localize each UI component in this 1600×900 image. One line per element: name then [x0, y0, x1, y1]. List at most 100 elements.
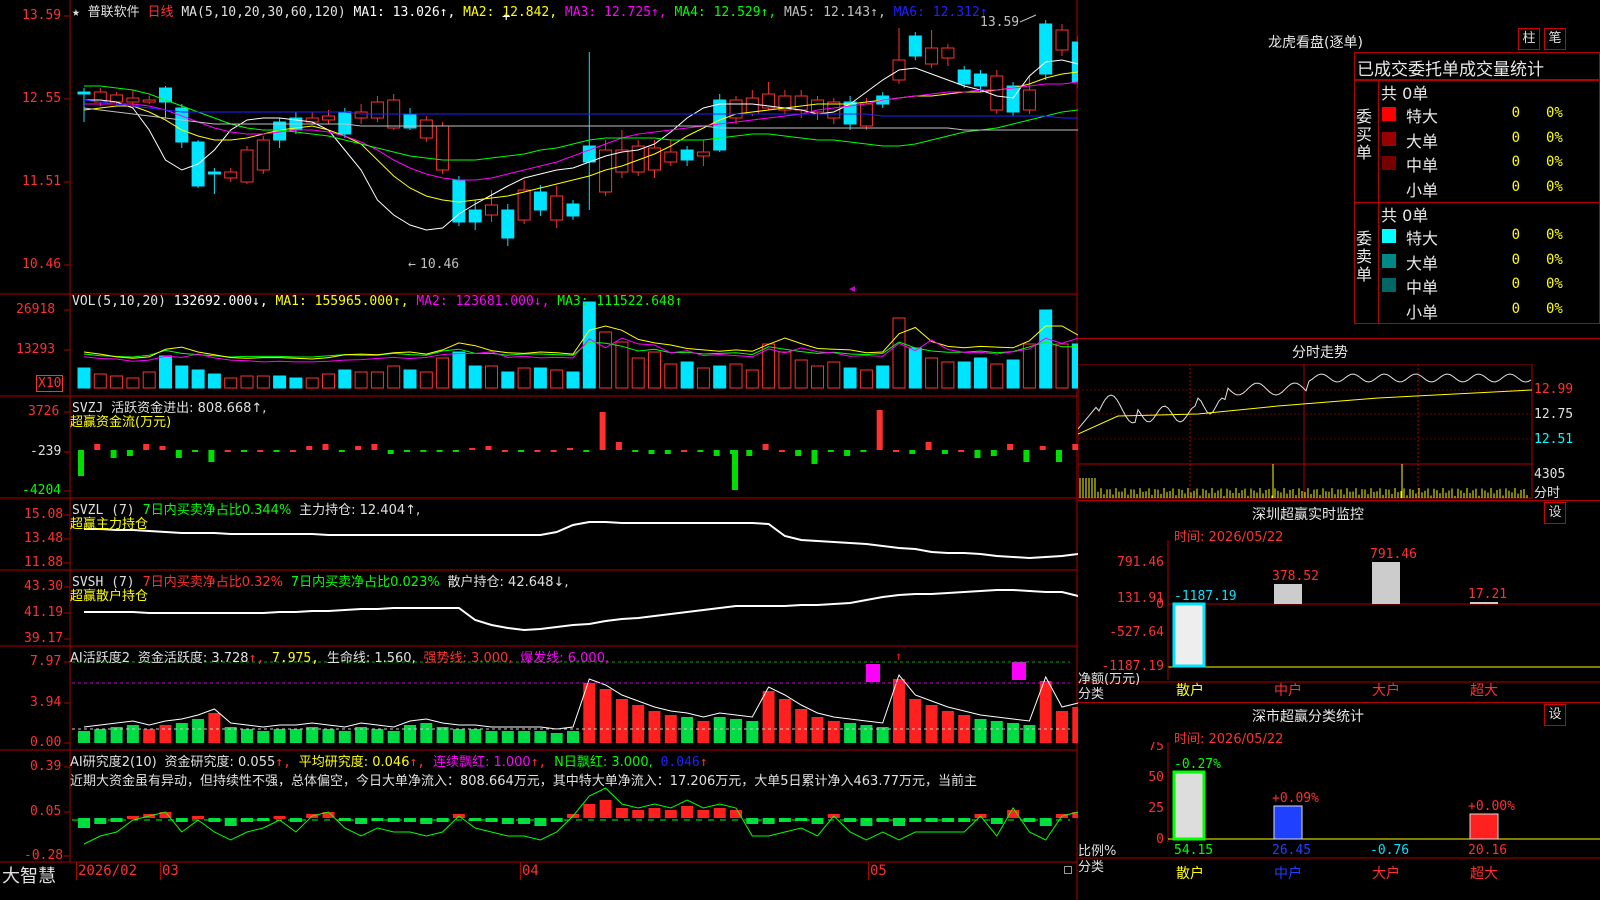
ai-active-bar [1007, 723, 1020, 743]
ai-research-bar [762, 818, 775, 824]
svzl-subtitle: 超赢主力持仓 [70, 517, 149, 532]
svsh-tick-1: 43.30 [24, 579, 64, 594]
ai-active-bar [811, 717, 824, 743]
volume-bar [941, 361, 955, 389]
ma1-value: MA1: 13.026↑, [353, 5, 456, 20]
order-count: 0 [1511, 300, 1520, 317]
volume-bar [256, 375, 270, 389]
ma-line [84, 85, 1078, 161]
ai-research-bar [355, 818, 368, 824]
buy-side-label: 委买单 [1356, 107, 1373, 162]
volume-bar [778, 351, 792, 389]
ai-active-bar [534, 731, 547, 743]
candle-body [925, 47, 939, 65]
svzj-bar [192, 450, 199, 452]
volume-bar [175, 365, 189, 389]
intraday-tick-1: 12.99 [1534, 382, 1574, 397]
order-percent: 0% [1546, 129, 1563, 146]
svzj-bar [811, 450, 818, 464]
ai-research-bar [990, 818, 1003, 824]
volume-bar [843, 367, 857, 389]
order-percent: 0% [1546, 251, 1563, 268]
ai-active-bar [273, 729, 286, 743]
ai-active-bar [175, 723, 188, 743]
candle-body [468, 209, 482, 223]
sz-category-label: 超大 [1470, 683, 1498, 699]
intraday-vol-unit: 分时 [1534, 486, 1561, 501]
order-percent: 0% [1546, 276, 1563, 292]
svzj-bar [746, 450, 753, 456]
ai-active-bar [990, 721, 1003, 743]
volume-bar [550, 369, 564, 389]
order-percent: 0% [1546, 154, 1563, 170]
candle-body [126, 97, 140, 103]
ai-research-bar [518, 818, 531, 824]
volume-bar [680, 361, 694, 389]
svzl-line-path [84, 521, 1078, 560]
star-icon[interactable]: ★ [72, 5, 80, 20]
volume-bar [908, 347, 922, 389]
vol-unit-badge[interactable]: X10 [36, 375, 64, 392]
ai-active-bar [681, 717, 694, 743]
ma-line [83, 71, 1078, 203]
ai-active-bar [469, 729, 482, 743]
svzj-bar [289, 450, 296, 452]
svzj-bar [338, 450, 345, 452]
sz-monitor-settings-button[interactable]: 设 [1544, 502, 1566, 524]
candle-body [110, 94, 124, 103]
candle-body [908, 35, 922, 57]
ai-research-bar [615, 808, 628, 818]
ai-active-bar [730, 719, 742, 743]
candle-body [680, 149, 694, 161]
class-category-label: 超大 [1470, 866, 1498, 882]
order-category-label: 特大 [1406, 107, 1439, 126]
svzj-bar [713, 450, 720, 456]
svzj-bar [732, 450, 738, 490]
ai-active-tick-3: 0.00 [30, 735, 62, 750]
svzj-bar [387, 450, 394, 454]
sz-monitor-tick: -527.64 [1109, 625, 1164, 640]
ai-active-bar [746, 721, 759, 743]
ai-research-bar [746, 818, 759, 824]
bottom-date-bar[interactable]: 大智慧 2026/02 03 04 05 [0, 862, 1077, 900]
ai-research-bar [632, 810, 645, 818]
order-category-label: 中单 [1406, 278, 1439, 297]
svzj-bar [681, 450, 688, 452]
candle-body [648, 147, 661, 171]
svzj-bar [355, 446, 362, 450]
tick-mode-button[interactable]: 笔 [1544, 28, 1566, 50]
order-percent: 0% [1546, 178, 1563, 195]
sell-side-label: 委卖单 [1356, 229, 1373, 284]
candle-body [436, 125, 450, 171]
lock-icon[interactable] [1064, 866, 1072, 874]
volume-bar [126, 377, 140, 389]
vol-ma1-line [83, 325, 1078, 360]
sz-bar-super [1470, 602, 1498, 604]
chart-header: ★ 普联软件 日线 MA(5,10,20,30,60,120) MA1: 13.… [72, 1, 988, 20]
ai-active-bar [1056, 711, 1068, 743]
period-label[interactable]: 日线 [148, 5, 174, 20]
ai-research-bar [811, 818, 824, 824]
ai-research-bar [893, 818, 905, 826]
ai-research-bar [599, 800, 612, 818]
ai-research-bar [94, 818, 107, 824]
stats-tab[interactable]: 已成交委托单成交量统计 [1354, 52, 1600, 80]
intraday-vol-tick: 4305 [1534, 467, 1566, 482]
svzj-bar [974, 450, 981, 458]
svzj-bar [126, 450, 133, 456]
ai-research-header: AI研究度2(10) 资金研究度: 0.055↑, 平均研究度: 0.046↑,… [70, 755, 708, 770]
ai-active-bar [485, 731, 498, 743]
candle-body [354, 111, 368, 119]
category-swatch [1382, 131, 1396, 146]
candle-body [941, 47, 955, 59]
ai-active-tick-1: 7.97 [30, 654, 62, 669]
ai-active-bar [338, 731, 351, 743]
candle-body [370, 101, 384, 119]
sz-class-settings-button[interactable]: 设 [1544, 704, 1566, 726]
volume-bar [1039, 309, 1053, 389]
stock-name[interactable]: 普联软件 [88, 5, 140, 20]
bar-mode-button[interactable]: 柱 [1518, 28, 1540, 50]
order-percent: 0% [1546, 227, 1563, 243]
order-count: 0 [1511, 276, 1520, 292]
order-percent: 0% [1546, 105, 1563, 121]
